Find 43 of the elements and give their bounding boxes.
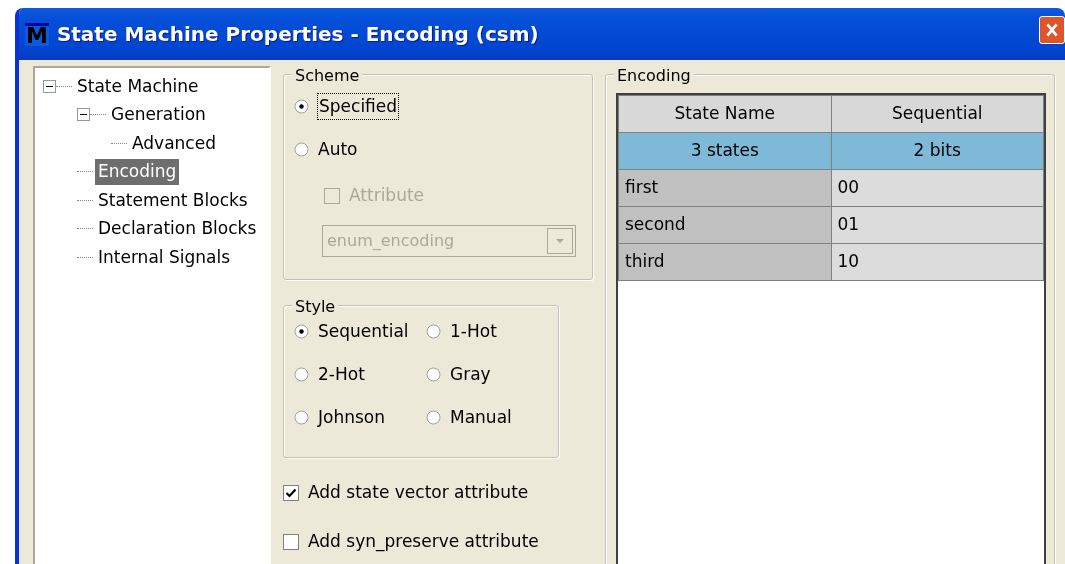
app-logo: M [25, 22, 49, 46]
radio-icon[interactable] [426, 367, 441, 382]
radio-icon[interactable] [294, 142, 309, 157]
checkbox[interactable]: Add state vector attribute [283, 479, 529, 506]
radio-icon[interactable] [294, 410, 309, 425]
checkbox-icon[interactable] [283, 533, 299, 550]
checkbox-icon[interactable] [283, 484, 299, 501]
dropdown-field: enum_encoding [322, 225, 576, 257]
table-cell: 01 [831, 206, 1044, 244]
radio-button[interactable]: Specified [294, 85, 399, 128]
tree-item[interactable]: Generation [108, 102, 209, 128]
radio-icon[interactable] [426, 410, 441, 425]
radio-button[interactable]: Johnson [294, 396, 426, 439]
tree-item[interactable]: Encoding [95, 159, 180, 185]
collapse-icon[interactable] [43, 79, 56, 93]
window-title: State Machine Properties - Encoding (csm) [56, 21, 539, 48]
radio-icon[interactable] [294, 367, 309, 382]
collapse-icon[interactable] [77, 108, 90, 122]
checkbox[interactable]: Add syn_preserve attribute [283, 528, 539, 555]
radio-button[interactable]: 2-Hot [294, 353, 426, 396]
radio-button[interactable]: Gray [426, 353, 546, 396]
tree-item[interactable]: Advanced [129, 130, 219, 156]
table-cell: first [618, 169, 831, 207]
summary-cell: 2 bits [831, 132, 1044, 170]
tree-item[interactable]: State Machine [74, 73, 202, 99]
radio-icon[interactable] [294, 99, 309, 114]
close-icon[interactable] [1039, 16, 1065, 44]
table-cell: third [618, 243, 831, 281]
radio-icon[interactable] [294, 324, 309, 339]
column-header: Sequential [831, 95, 1044, 133]
radio-icon[interactable] [426, 324, 441, 339]
tree-item[interactable]: Declaration Blocks [95, 216, 260, 242]
summary-cell: 3 states [618, 132, 831, 170]
table-cell: second [618, 206, 831, 244]
tree-item[interactable]: Internal Signals [95, 244, 233, 270]
radio-button[interactable]: Auto [294, 128, 358, 171]
table-cell: 00 [831, 169, 1044, 207]
radio-button[interactable]: 1-Hot [426, 310, 546, 353]
checkbox: Attribute [324, 183, 425, 209]
column-header: State Name [618, 95, 831, 133]
table-cell: 10 [831, 243, 1044, 281]
radio-button[interactable]: Manual [426, 396, 546, 439]
tree-item[interactable]: Statement Blocks [95, 187, 251, 213]
